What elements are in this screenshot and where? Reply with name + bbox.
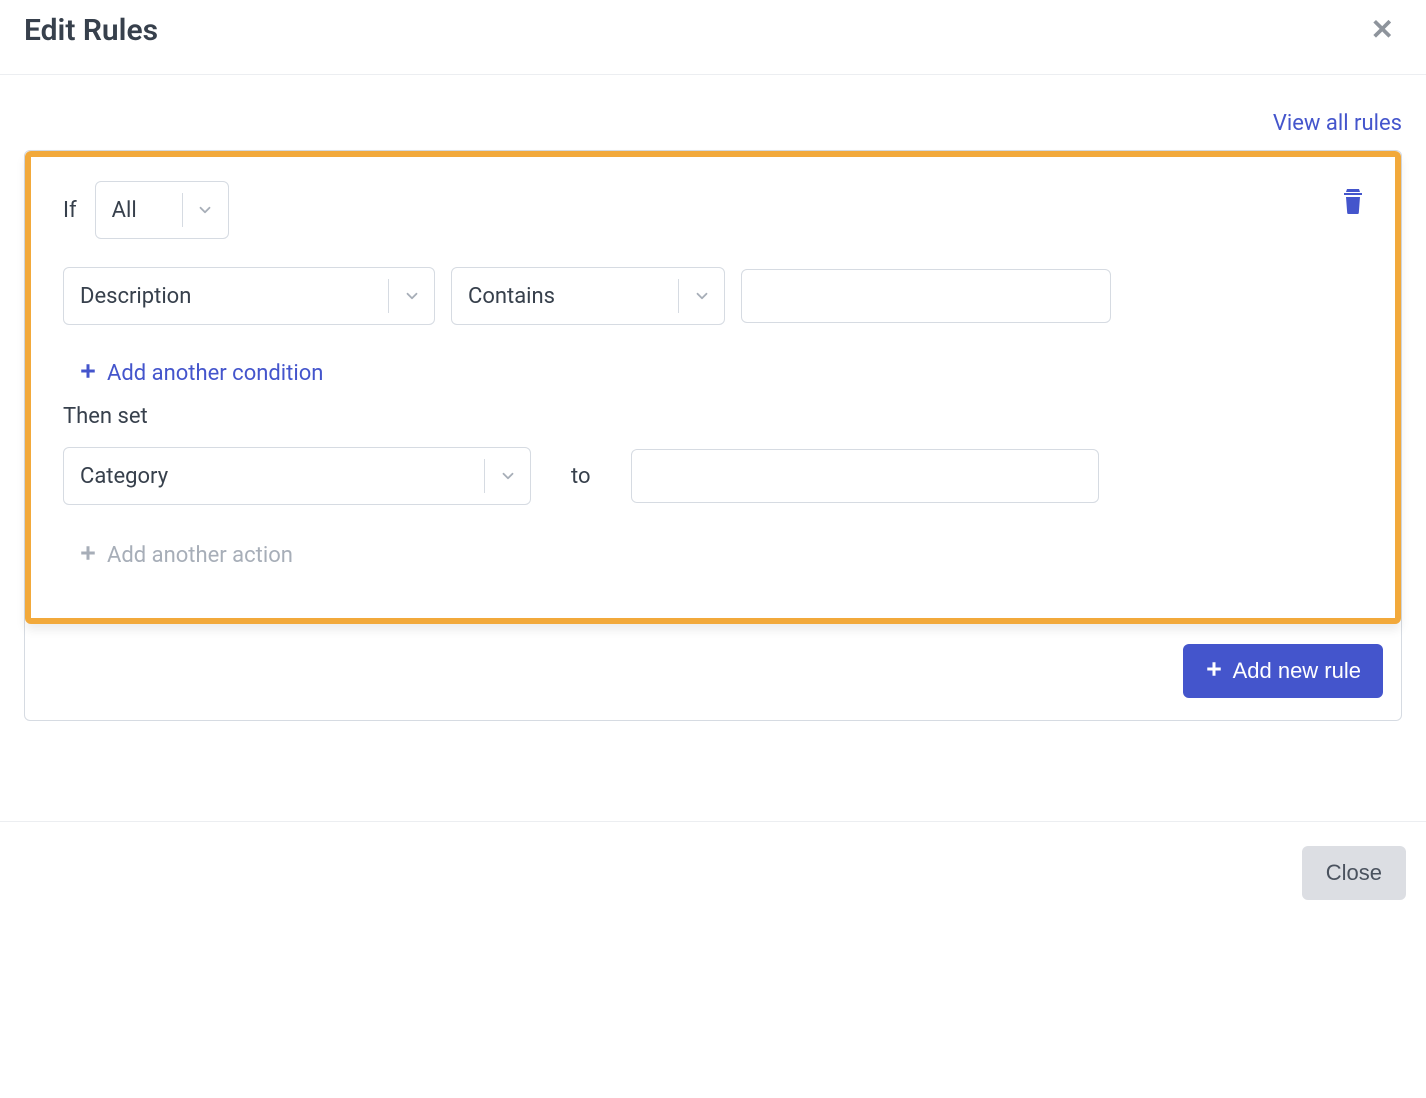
close-button[interactable]: Close <box>1302 846 1406 900</box>
rules-footer: Add new rule <box>25 624 1401 720</box>
delete-rule-button[interactable] <box>1341 187 1365 219</box>
match-mode-select[interactable]: All <box>95 181 229 239</box>
top-link-row: View all rules <box>24 111 1402 150</box>
plus-icon <box>79 361 97 386</box>
add-new-rule-label: Add new rule <box>1233 658 1361 684</box>
chevron-down-icon <box>388 279 434 313</box>
plus-icon <box>79 543 97 568</box>
edit-rules-modal: Edit Rules ✕ View all rules If Al <box>0 0 1426 924</box>
modal-header: Edit Rules ✕ <box>0 0 1426 75</box>
condition-field-select[interactable]: Description <box>63 267 435 325</box>
add-action-button[interactable]: Add another action <box>79 543 293 568</box>
rule-card: If All Description <box>25 151 1401 624</box>
if-row: If All <box>63 181 1363 239</box>
chevron-down-icon <box>484 459 530 493</box>
if-label: If <box>63 198 77 223</box>
condition-operator-value: Contains <box>452 284 678 309</box>
condition-field-value: Description <box>64 284 388 309</box>
action-field-value: Category <box>64 464 484 489</box>
plus-icon <box>1205 658 1223 684</box>
condition-row: Description Contains <box>63 267 1363 325</box>
to-label: to <box>571 464 591 489</box>
then-set-label: Then set <box>63 404 1363 429</box>
trash-icon <box>1341 200 1365 219</box>
modal-title: Edit Rules <box>24 13 158 48</box>
action-value-input[interactable] <box>631 449 1099 503</box>
close-icon[interactable]: ✕ <box>1363 12 1402 48</box>
add-condition-button[interactable]: Add another condition <box>79 361 323 386</box>
view-all-rules-link[interactable]: View all rules <box>1273 111 1402 136</box>
add-action-label: Add another action <box>107 543 293 568</box>
rules-container: If All Description <box>24 150 1402 721</box>
action-field-select[interactable]: Category <box>63 447 531 505</box>
modal-body: View all rules If All <box>0 75 1426 721</box>
condition-operator-select[interactable]: Contains <box>451 267 725 325</box>
match-mode-value: All <box>96 198 182 223</box>
modal-footer: Close <box>0 821 1426 924</box>
add-new-rule-button[interactable]: Add new rule <box>1183 644 1383 698</box>
condition-value-input[interactable] <box>741 269 1111 323</box>
chevron-down-icon <box>678 279 724 313</box>
chevron-down-icon <box>182 193 228 227</box>
action-row: Category to <box>63 447 1363 505</box>
add-condition-label: Add another condition <box>107 361 323 386</box>
